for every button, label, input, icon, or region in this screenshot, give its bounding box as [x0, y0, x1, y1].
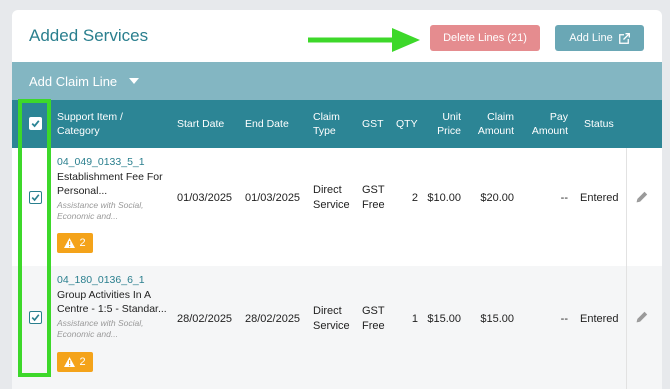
annotation-arrow [308, 28, 420, 52]
quantity: 2 [411, 191, 418, 204]
quantity: 1 [411, 312, 418, 325]
add-claim-line-dropdown[interactable]: Add Claim Line [12, 62, 662, 100]
warning-count: 2 [79, 237, 86, 249]
support-item-code[interactable]: 04_180_0136_6_1 [57, 274, 145, 286]
checkbox-highlight-annotation [18, 99, 51, 377]
claim-amount: $20.00 [480, 191, 514, 204]
header-end-date[interactable]: End Date [245, 100, 305, 148]
pencil-icon[interactable] [636, 311, 648, 323]
claim-amount: $15.00 [480, 312, 514, 325]
header-pay-amount[interactable]: Pay Amount [524, 100, 568, 148]
unit-price: $15.00 [427, 312, 461, 325]
header-gst[interactable]: GST [362, 100, 392, 148]
warning-triangle-icon [64, 238, 76, 248]
add-line-button[interactable]: Add Line [555, 25, 644, 51]
support-item-code[interactable]: 04_049_0133_5_1 [57, 156, 145, 168]
end-date: 28/02/2025 [245, 312, 301, 325]
claim-type: Direct Service [313, 184, 350, 211]
table-row: 04_180_0136_6_1 Group Activities In A Ce… [12, 266, 662, 389]
header-qty[interactable]: QTY [396, 100, 420, 148]
pencil-icon[interactable] [636, 191, 648, 203]
warning-count: 2 [79, 356, 86, 368]
support-item-category: Assistance with Social, Economic and... [57, 318, 144, 339]
start-date: 28/02/2025 [177, 312, 233, 325]
add-claim-line-label: Add Claim Line [29, 73, 118, 89]
gst-status: GST Free [362, 305, 385, 332]
support-item-description: Establishment Fee For Personal... [57, 171, 163, 197]
header-start-date[interactable]: Start Date [177, 100, 239, 148]
delete-lines-button[interactable]: Delete Lines (21) [430, 25, 540, 51]
warning-badge[interactable]: 2 [57, 352, 93, 372]
external-link-icon [618, 32, 630, 44]
divider [626, 148, 627, 266]
status: Entered [580, 191, 619, 204]
chevron-down-icon [129, 78, 140, 84]
header-claim-amount[interactable]: Claim Amount [468, 100, 514, 148]
status: Entered [580, 312, 619, 325]
end-date: 01/03/2025 [245, 191, 301, 204]
warning-triangle-icon [64, 357, 76, 367]
support-item-category: Assistance with Social, Economic and... [57, 200, 144, 221]
pay-amount: -- [560, 312, 568, 325]
claim-type: Direct Service [313, 305, 350, 332]
section-title: Added Services [29, 26, 149, 45]
unit-price: $10.00 [427, 191, 461, 204]
header-status[interactable]: Status [584, 100, 620, 148]
table-header: Support Item / Category Start Date End D… [12, 100, 662, 148]
warning-badge[interactable]: 2 [57, 233, 93, 253]
divider [626, 266, 627, 389]
support-item-description: Group Activities In A Centre - 1:5 - Sta… [57, 289, 167, 315]
added-services-card: Added Services Delete Lines (21) Add Lin… [12, 10, 662, 389]
gst-status: GST Free [362, 184, 385, 211]
pay-amount: -- [560, 191, 568, 204]
add-line-label: Add Line [569, 32, 613, 44]
header-claim-type[interactable]: Claim Type [313, 100, 347, 148]
table-row: 04_049_0133_5_1 Establishment Fee For Pe… [12, 148, 662, 266]
start-date: 01/03/2025 [177, 191, 233, 204]
header-support-item[interactable]: Support Item / Category [57, 100, 167, 148]
header-unit-price[interactable]: Unit Price [426, 100, 461, 148]
